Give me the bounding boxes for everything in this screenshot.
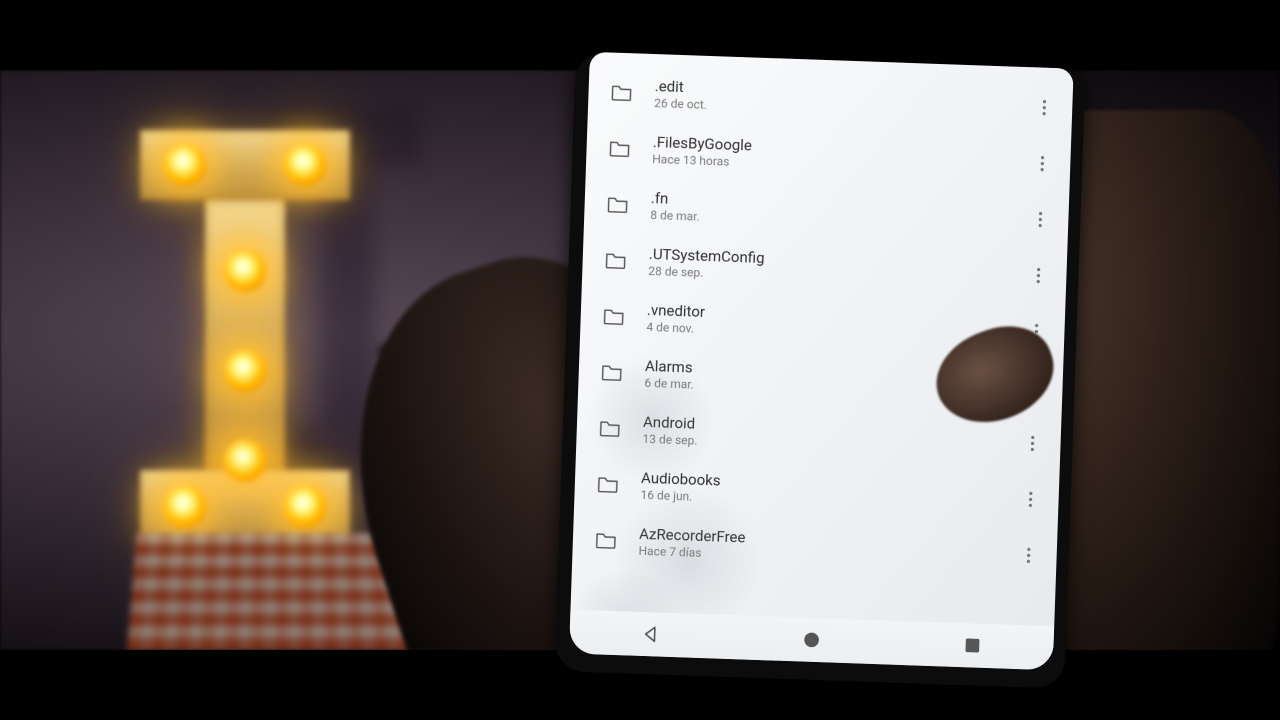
folder-text: .fn8 de mar. bbox=[650, 189, 1031, 236]
more-options-button[interactable] bbox=[1022, 428, 1043, 459]
folder-icon bbox=[602, 307, 625, 326]
folder-icon bbox=[608, 139, 631, 158]
bulb-icon bbox=[224, 440, 266, 482]
bulb-icon bbox=[284, 144, 326, 186]
nav-back-button[interactable] bbox=[639, 623, 662, 646]
bulb-icon bbox=[164, 144, 206, 186]
folder-text: .FilesByGoogleHace 13 horas bbox=[652, 133, 1033, 180]
folder-icon bbox=[595, 531, 618, 550]
more-options-button[interactable] bbox=[1020, 484, 1041, 515]
marquee-letter-i bbox=[140, 130, 350, 540]
folder-icon bbox=[599, 419, 622, 438]
bulb-icon bbox=[224, 250, 266, 292]
more-options-button[interactable] bbox=[1028, 260, 1049, 291]
more-options-button[interactable] bbox=[1018, 540, 1039, 571]
folder-icon bbox=[604, 251, 627, 270]
bulb-icon bbox=[164, 486, 206, 528]
folder-icon bbox=[606, 195, 629, 214]
folder-text: Audiobooks16 de jun. bbox=[640, 469, 1021, 516]
more-options-button[interactable] bbox=[1030, 204, 1051, 235]
folder-text: AzRecorderFreeHace 7 días bbox=[638, 525, 1019, 572]
more-options-button[interactable] bbox=[1032, 148, 1053, 179]
nav-home-button[interactable] bbox=[800, 628, 823, 651]
bulb-icon bbox=[284, 486, 326, 528]
folder-icon bbox=[597, 475, 620, 494]
folder-icon bbox=[610, 84, 633, 103]
folder-icon bbox=[600, 363, 623, 382]
more-options-button[interactable] bbox=[1034, 92, 1055, 123]
folder-text: .UTSystemConfig28 de sep. bbox=[648, 245, 1029, 292]
nav-recents-button[interactable] bbox=[961, 634, 984, 657]
bulb-icon bbox=[224, 350, 266, 392]
folder-text: .edit26 de oct. bbox=[654, 77, 1035, 124]
